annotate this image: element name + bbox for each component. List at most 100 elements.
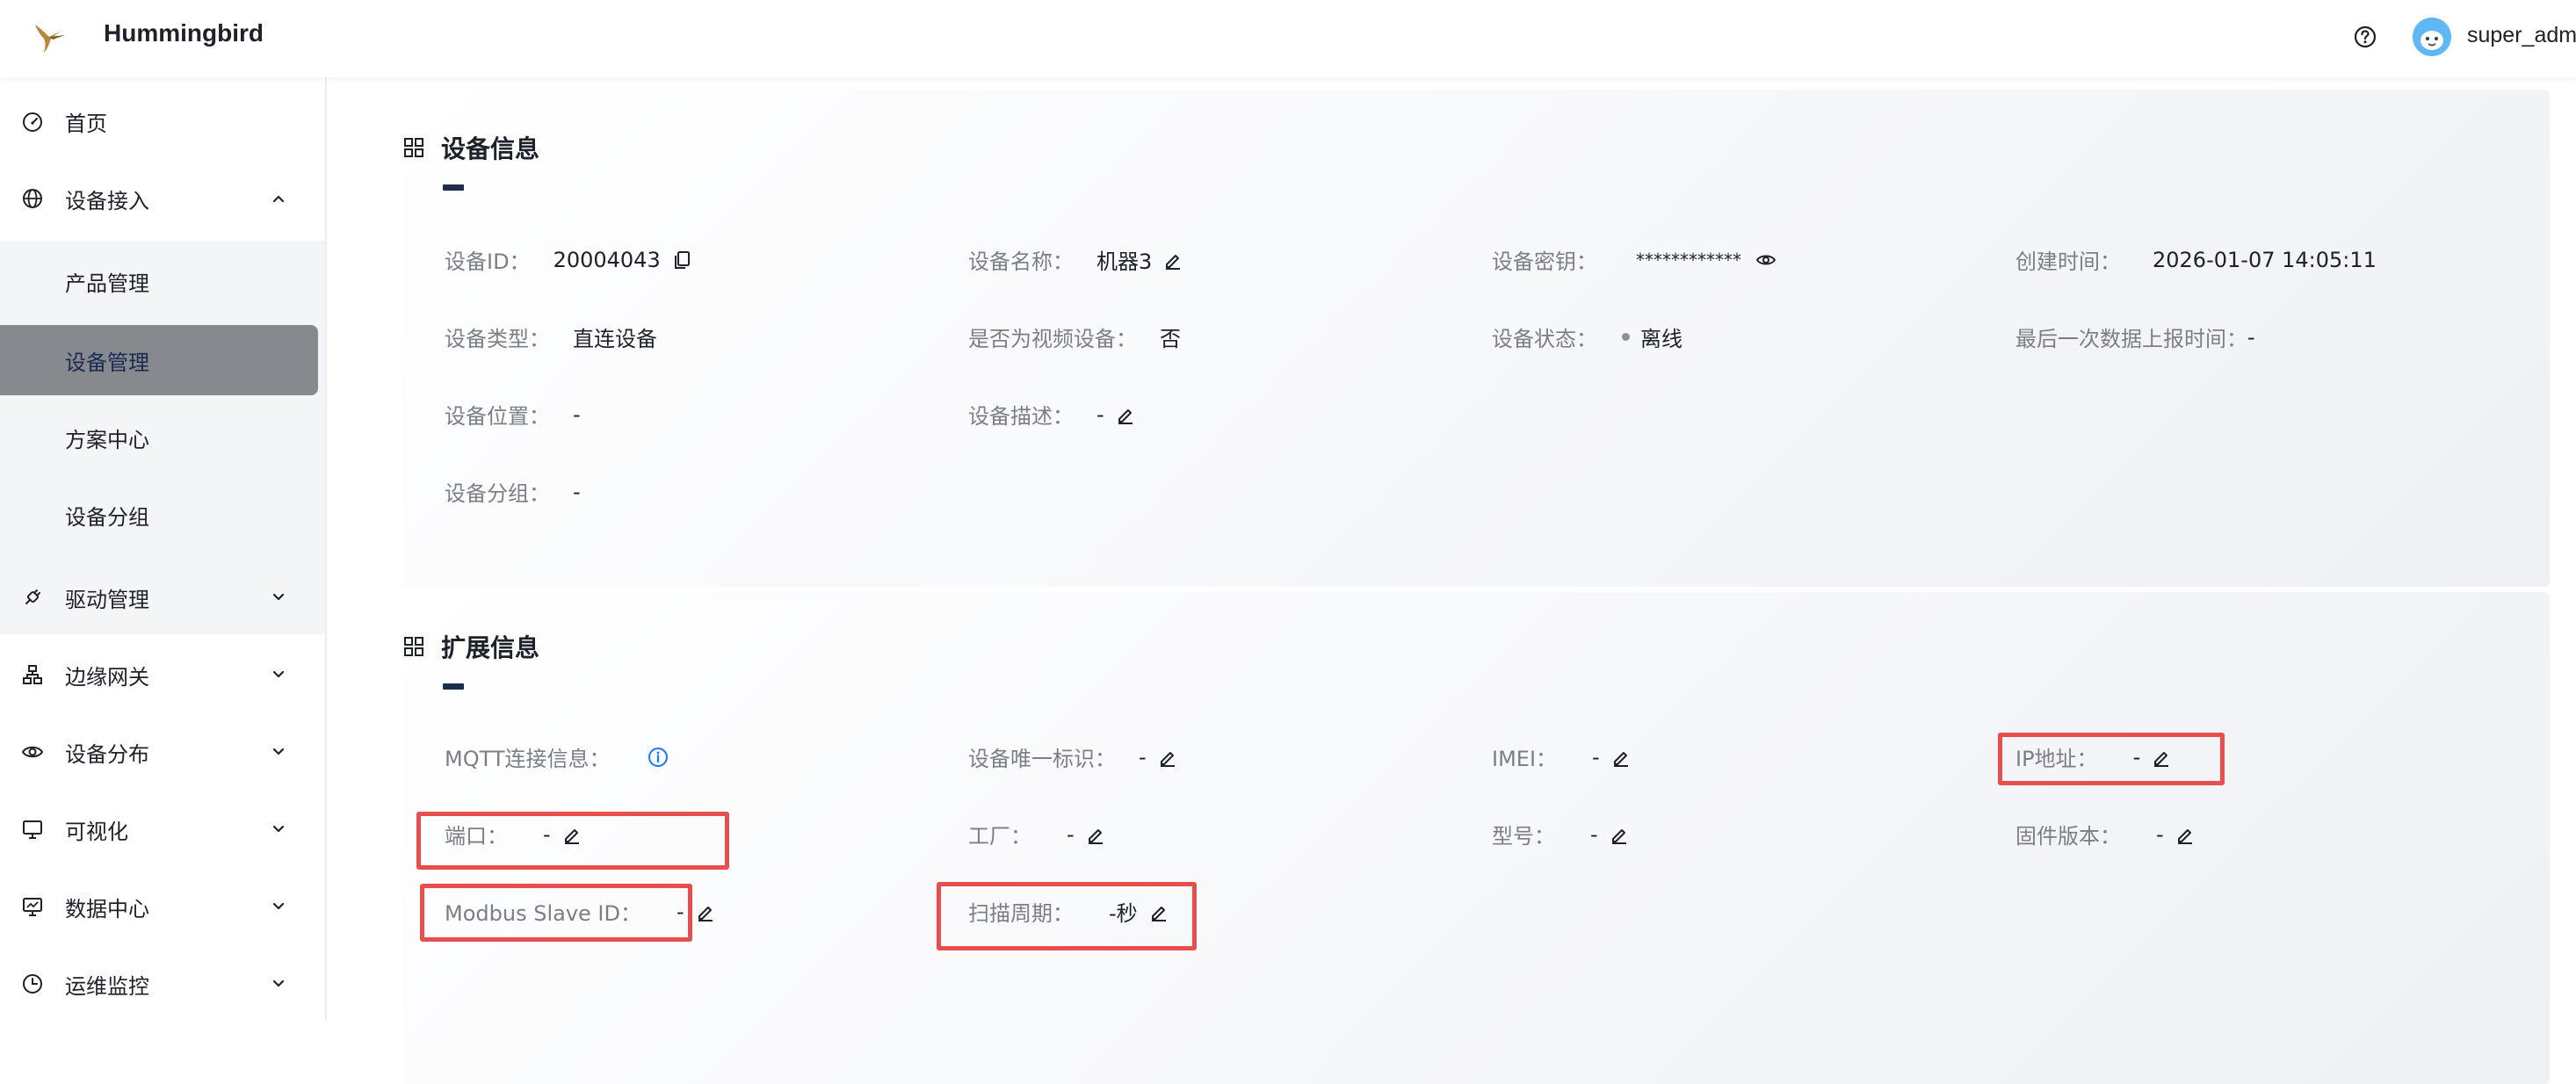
edit-icon[interactable] (1115, 404, 1136, 425)
section-title-text: 设备信息 (441, 134, 540, 163)
sidebar-item-data-center[interactable]: 数据中心 (0, 868, 325, 945)
highlight-box-ip-address (1998, 733, 2225, 785)
sidebar-subitem-label: 产品管理 (65, 271, 149, 296)
sidebar-item-label: 设备接入 (65, 188, 149, 213)
created-time-value: 2026-01-07 14:05:11 (2153, 247, 2377, 272)
factory-value: - (1067, 821, 1075, 847)
sidebar-subitem-solution-center[interactable]: 方案中心 (0, 402, 318, 473)
model-value: - (1590, 821, 1598, 847)
device-status-label: 设备状态： (1492, 327, 1597, 351)
sidebar-item-driver-management[interactable]: 驱动管理 (0, 559, 325, 636)
device-location-value: - (573, 401, 581, 427)
globe-icon (23, 189, 42, 208)
clock-icon (23, 974, 42, 994)
eye-icon[interactable] (1755, 249, 1776, 271)
is-video-value: 否 (1160, 327, 1181, 351)
unique-id-value: - (1139, 744, 1147, 770)
edit-icon[interactable] (1162, 249, 1183, 271)
firmware-value: - (2156, 821, 2164, 847)
sidebar-subitem-device-group[interactable]: 设备分组 (0, 480, 318, 550)
section-title-text: 扩展信息 (441, 633, 540, 662)
highlight-box-scan-period (937, 882, 1197, 950)
avatar[interactable] (2413, 18, 2451, 56)
sidebar-item-label: 边缘网关 (65, 664, 149, 690)
title-accent-bar (443, 683, 464, 690)
hummingbird-logo-icon[interactable] (30, 18, 69, 56)
field-device-location: 设备位置： - (445, 399, 581, 430)
chevron-up-icon (272, 195, 285, 203)
title-accent-bar (443, 184, 464, 191)
device-location-label: 设备位置： (445, 404, 550, 429)
highlight-box-port (416, 812, 729, 870)
chevron-down-icon (272, 979, 285, 987)
device-secret-value: ************ (1636, 249, 1741, 271)
help-icon[interactable] (2351, 23, 2379, 51)
sidebar-item-edge-gateway[interactable]: 边缘网关 (0, 636, 325, 713)
edit-icon[interactable] (695, 901, 716, 922)
sidebar-item-label: 数据中心 (65, 896, 149, 921)
sidebar-item-label: 设备分布 (65, 741, 149, 767)
device-info-title: 设备信息 (402, 130, 539, 165)
device-id-value: 20004043 (553, 247, 661, 272)
network-icon (23, 665, 42, 684)
status-dot (1622, 333, 1630, 341)
device-id-label: 设备ID： (445, 249, 531, 274)
monitor-icon (23, 820, 42, 839)
chevron-down-icon (272, 593, 285, 601)
device-desc-label: 设备描述： (968, 404, 1074, 429)
field-device-name: 设备名称： 机器3 (968, 244, 1183, 275)
field-mqtt-info: MQTT连接信息： (445, 741, 669, 772)
device-desc-value: - (1096, 401, 1104, 427)
sidebar-subitem-label: 设备分组 (65, 504, 149, 530)
chevron-down-icon (272, 670, 285, 678)
device-group-label: 设备分组： (445, 481, 550, 506)
copy-icon[interactable] (671, 249, 692, 271)
unique-id-label: 设备唯一标识： (968, 747, 1116, 771)
extended-info-title: 扩展信息 (402, 629, 539, 664)
dashboard-icon (23, 112, 42, 132)
edit-icon[interactable] (1609, 824, 1630, 845)
device-type-value: 直连设备 (573, 327, 657, 351)
sidebar-item-device-distribution[interactable]: 设备分布 (0, 713, 325, 791)
sidebar-subitem-product-management[interactable]: 产品管理 (0, 246, 318, 316)
user-name[interactable]: super_adm (2467, 23, 2576, 48)
created-time-label: 创建时间： (2015, 249, 2121, 274)
field-device-type: 设备类型： 直连设备 (445, 322, 657, 352)
chevron-down-icon (272, 902, 285, 910)
field-firmware-version: 固件版本： - (2015, 819, 2196, 849)
chevron-down-icon (272, 748, 285, 755)
field-model: 型号： - (1492, 819, 1630, 849)
info-icon[interactable] (648, 747, 669, 768)
mqtt-label: MQTT连接信息： (445, 747, 611, 771)
is-video-label: 是否为视频设备： (968, 327, 1137, 351)
field-device-status: 设备状态： 离线 (1492, 322, 1682, 352)
app-title[interactable]: Hummingbird (104, 19, 264, 47)
field-device-unique-id: 设备唯一标识： - (968, 741, 1178, 772)
imei-label: IMEI： (1492, 747, 1558, 771)
eye-icon (21, 746, 44, 758)
sidebar-item-visualization[interactable]: 可视化 (0, 791, 325, 868)
grid-icon (404, 637, 423, 656)
last-report-label: 最后一次数据上报时间： (2015, 327, 2247, 351)
top-header: Hummingbird super_adm (0, 0, 2576, 77)
imei-value: - (1592, 744, 1600, 770)
sidebar-item-home[interactable]: 首页 (0, 83, 325, 160)
edit-icon[interactable] (1157, 747, 1178, 768)
field-device-id: 设备ID： 20004043 (445, 244, 692, 275)
device-name-value: 机器3 (1096, 249, 1153, 274)
sidebar-item-label: 首页 (65, 111, 107, 136)
edit-icon[interactable] (1610, 747, 1632, 768)
last-report-value: - (2247, 324, 2255, 350)
sidebar-item-ops-monitoring[interactable]: 运维监控 (0, 945, 325, 1023)
sidebar-subitem-device-management[interactable]: 设备管理 (0, 325, 318, 395)
sidebar: 首页 设备接入 产品管理 设备管理 方案中心 设备分组 驱动管理 边缘网关 设备… (0, 77, 327, 1021)
sidebar-item-device-access[interactable]: 设备接入 (0, 160, 325, 237)
field-device-group: 设备分组： - (445, 476, 581, 507)
edit-icon[interactable] (1085, 824, 1106, 845)
edit-icon[interactable] (2174, 824, 2196, 845)
sidebar-item-label: 驱动管理 (65, 587, 149, 612)
chevron-down-icon (272, 825, 285, 833)
factory-label: 工厂： (968, 824, 1031, 849)
device-group-value: - (573, 479, 581, 504)
plug-icon (25, 589, 40, 604)
